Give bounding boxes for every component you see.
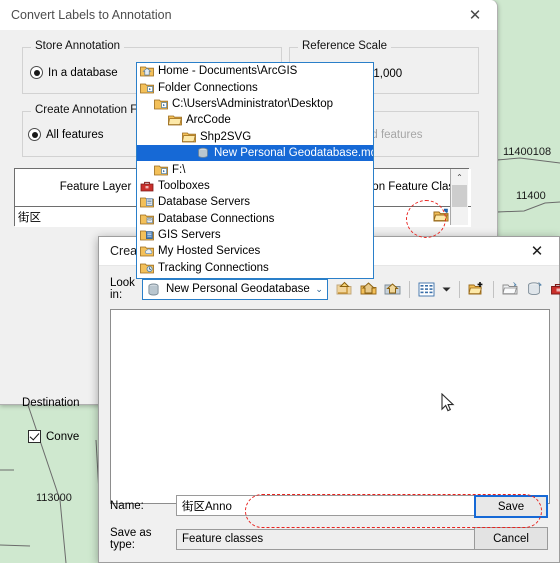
home-database-icon[interactable] bbox=[383, 280, 402, 298]
database-connection-icon bbox=[140, 212, 154, 225]
save-as-type-select[interactable]: Feature classes ⌄ bbox=[176, 528, 486, 550]
list-item[interactable]: Shp2SVG bbox=[137, 129, 373, 145]
list-item-label: Folder Connections bbox=[158, 81, 258, 94]
store-annotation-legend: Store Annotation bbox=[31, 40, 125, 52]
close-icon[interactable]: ✕ bbox=[515, 236, 559, 266]
list-item[interactable]: GIS Servers bbox=[137, 227, 373, 243]
create-annotation-feature-class-dialog: Create Annotation Feature Class ✕ Look i… bbox=[98, 236, 560, 563]
list-item-label: New Personal Geodatabase.mdb bbox=[214, 147, 374, 160]
mouse-cursor bbox=[441, 392, 455, 416]
list-item-label: Database Connections bbox=[158, 212, 275, 225]
chevron-down-icon[interactable]: ⌄ bbox=[315, 284, 325, 295]
toolbar-separator bbox=[408, 280, 410, 298]
destination-label: Destination bbox=[22, 397, 80, 409]
radio-all-features[interactable]: All features bbox=[28, 128, 104, 141]
look-in-dropdown-list[interactable]: Home - Documents\ArcGIS Folder Connection… bbox=[136, 62, 374, 280]
map-label: 11400108 bbox=[503, 146, 552, 158]
list-item-label: ArcCode bbox=[186, 114, 231, 127]
save-as-type-label: Save as type: bbox=[110, 527, 152, 551]
list-item-label: GIS Servers bbox=[158, 229, 221, 242]
list-item-label: Shp2SVG bbox=[200, 130, 252, 143]
convert-checkbox[interactable]: Conve bbox=[28, 430, 79, 443]
close-icon[interactable]: ✕ bbox=[453, 0, 497, 30]
home-folder-icon bbox=[140, 65, 154, 78]
map-label: 11400 bbox=[516, 190, 546, 202]
reference-scale-legend: Reference Scale bbox=[298, 40, 392, 52]
radio-label: All features bbox=[46, 128, 104, 141]
list-item-label: Tracking Connections bbox=[158, 261, 269, 274]
home-icon[interactable] bbox=[359, 280, 378, 298]
list-item-label: Toolboxes bbox=[158, 179, 210, 192]
scroll-up-icon[interactable]: ⌃ bbox=[451, 169, 468, 185]
convert-dialog-titlebar: Convert Labels to Annotation ✕ bbox=[0, 0, 497, 30]
list-item[interactable]: Tracking Connections bbox=[137, 260, 373, 276]
view-dropdown-icon[interactable] bbox=[441, 280, 452, 298]
list-item[interactable]: Home - Documents\ArcGIS bbox=[137, 63, 373, 79]
connect-folder-icon[interactable] bbox=[467, 280, 486, 298]
navigation-toolbar bbox=[335, 280, 560, 298]
list-view-icon[interactable] bbox=[417, 280, 436, 298]
save-as-type-row: Save as type: Feature classes ⌄ bbox=[110, 527, 486, 551]
map-label: 113000 bbox=[36, 492, 72, 504]
new-folder-icon[interactable] bbox=[501, 280, 520, 298]
create-annotation-for-legend: Create Annotation For bbox=[31, 104, 152, 116]
list-item[interactable]: ArcCode bbox=[137, 112, 373, 128]
geodatabase-icon bbox=[147, 283, 161, 296]
list-item-label: My Hosted Services bbox=[158, 245, 261, 258]
look-in-row: Look in: New Personal Geodatabase.mdt ⌄ bbox=[110, 277, 560, 301]
list-item-label: C:\Users\Administrator\Desktop bbox=[172, 97, 334, 110]
database-server-icon bbox=[140, 196, 154, 209]
checkbox-indicator bbox=[28, 430, 41, 443]
geodatabase-icon bbox=[196, 147, 210, 160]
convert-dialog-title: Convert Labels to Annotation bbox=[11, 8, 172, 22]
folder-icon bbox=[182, 130, 196, 143]
gis-server-icon bbox=[140, 229, 154, 242]
scrollbar-thumb[interactable] bbox=[452, 185, 467, 207]
file-list-panel[interactable] bbox=[110, 309, 550, 504]
name-row: Name: 街区Anno bbox=[110, 495, 486, 516]
convert-checkbox-label: Conve bbox=[46, 430, 80, 443]
look-in-value: New Personal Geodatabase.mdt bbox=[165, 283, 310, 295]
list-item[interactable]: C:\Users\Administrator\Desktop bbox=[137, 96, 373, 112]
new-geodatabase-icon[interactable] bbox=[525, 280, 544, 298]
radio-indicator bbox=[28, 128, 41, 141]
look-in-combobox[interactable]: New Personal Geodatabase.mdt ⌄ bbox=[141, 278, 328, 300]
toolbox-icon bbox=[140, 179, 154, 192]
list-item[interactable]: Folder Connections bbox=[137, 79, 373, 95]
list-item-label: Database Servers bbox=[158, 196, 251, 209]
folder-connection-icon bbox=[154, 97, 168, 110]
folder-connections-icon bbox=[140, 81, 154, 94]
list-item[interactable]: New Personal Geodatabase.mdb bbox=[137, 144, 374, 162]
list-item[interactable]: Database Servers bbox=[137, 194, 373, 210]
name-label: Name: bbox=[110, 499, 144, 512]
toolbar-separator bbox=[458, 280, 460, 298]
radio-indicator bbox=[30, 66, 43, 79]
list-item[interactable]: F:\ bbox=[137, 161, 373, 177]
cancel-button[interactable]: Cancel bbox=[474, 527, 548, 550]
list-item-label: Home - Documents\ArcGIS bbox=[158, 65, 298, 78]
name-input[interactable]: 街区Anno bbox=[176, 495, 486, 516]
toolbar-separator bbox=[492, 280, 494, 298]
list-item[interactable]: Database Connections bbox=[137, 211, 373, 227]
folder-connection-icon bbox=[154, 163, 168, 176]
hosted-services-icon bbox=[140, 245, 154, 258]
open-folder-icon[interactable] bbox=[433, 208, 449, 226]
radio-label: In a database bbox=[48, 66, 118, 79]
save-button[interactable]: Save bbox=[474, 495, 548, 518]
list-item[interactable]: Toolboxes bbox=[137, 178, 373, 194]
radio-in-a-database[interactable]: In a database bbox=[30, 66, 118, 79]
tracking-connections-icon bbox=[140, 261, 154, 274]
save-as-type-value: Feature classes bbox=[182, 533, 264, 545]
look-in-label: Look in: bbox=[110, 277, 135, 301]
up-one-level-icon[interactable] bbox=[335, 280, 354, 298]
folder-icon bbox=[168, 114, 182, 127]
new-toolbox-icon[interactable] bbox=[549, 280, 560, 298]
table-vertical-scrollbar[interactable]: ⌃ bbox=[450, 169, 468, 225]
list-item[interactable]: My Hosted Services bbox=[137, 243, 373, 259]
list-item-label: F:\ bbox=[172, 163, 186, 176]
